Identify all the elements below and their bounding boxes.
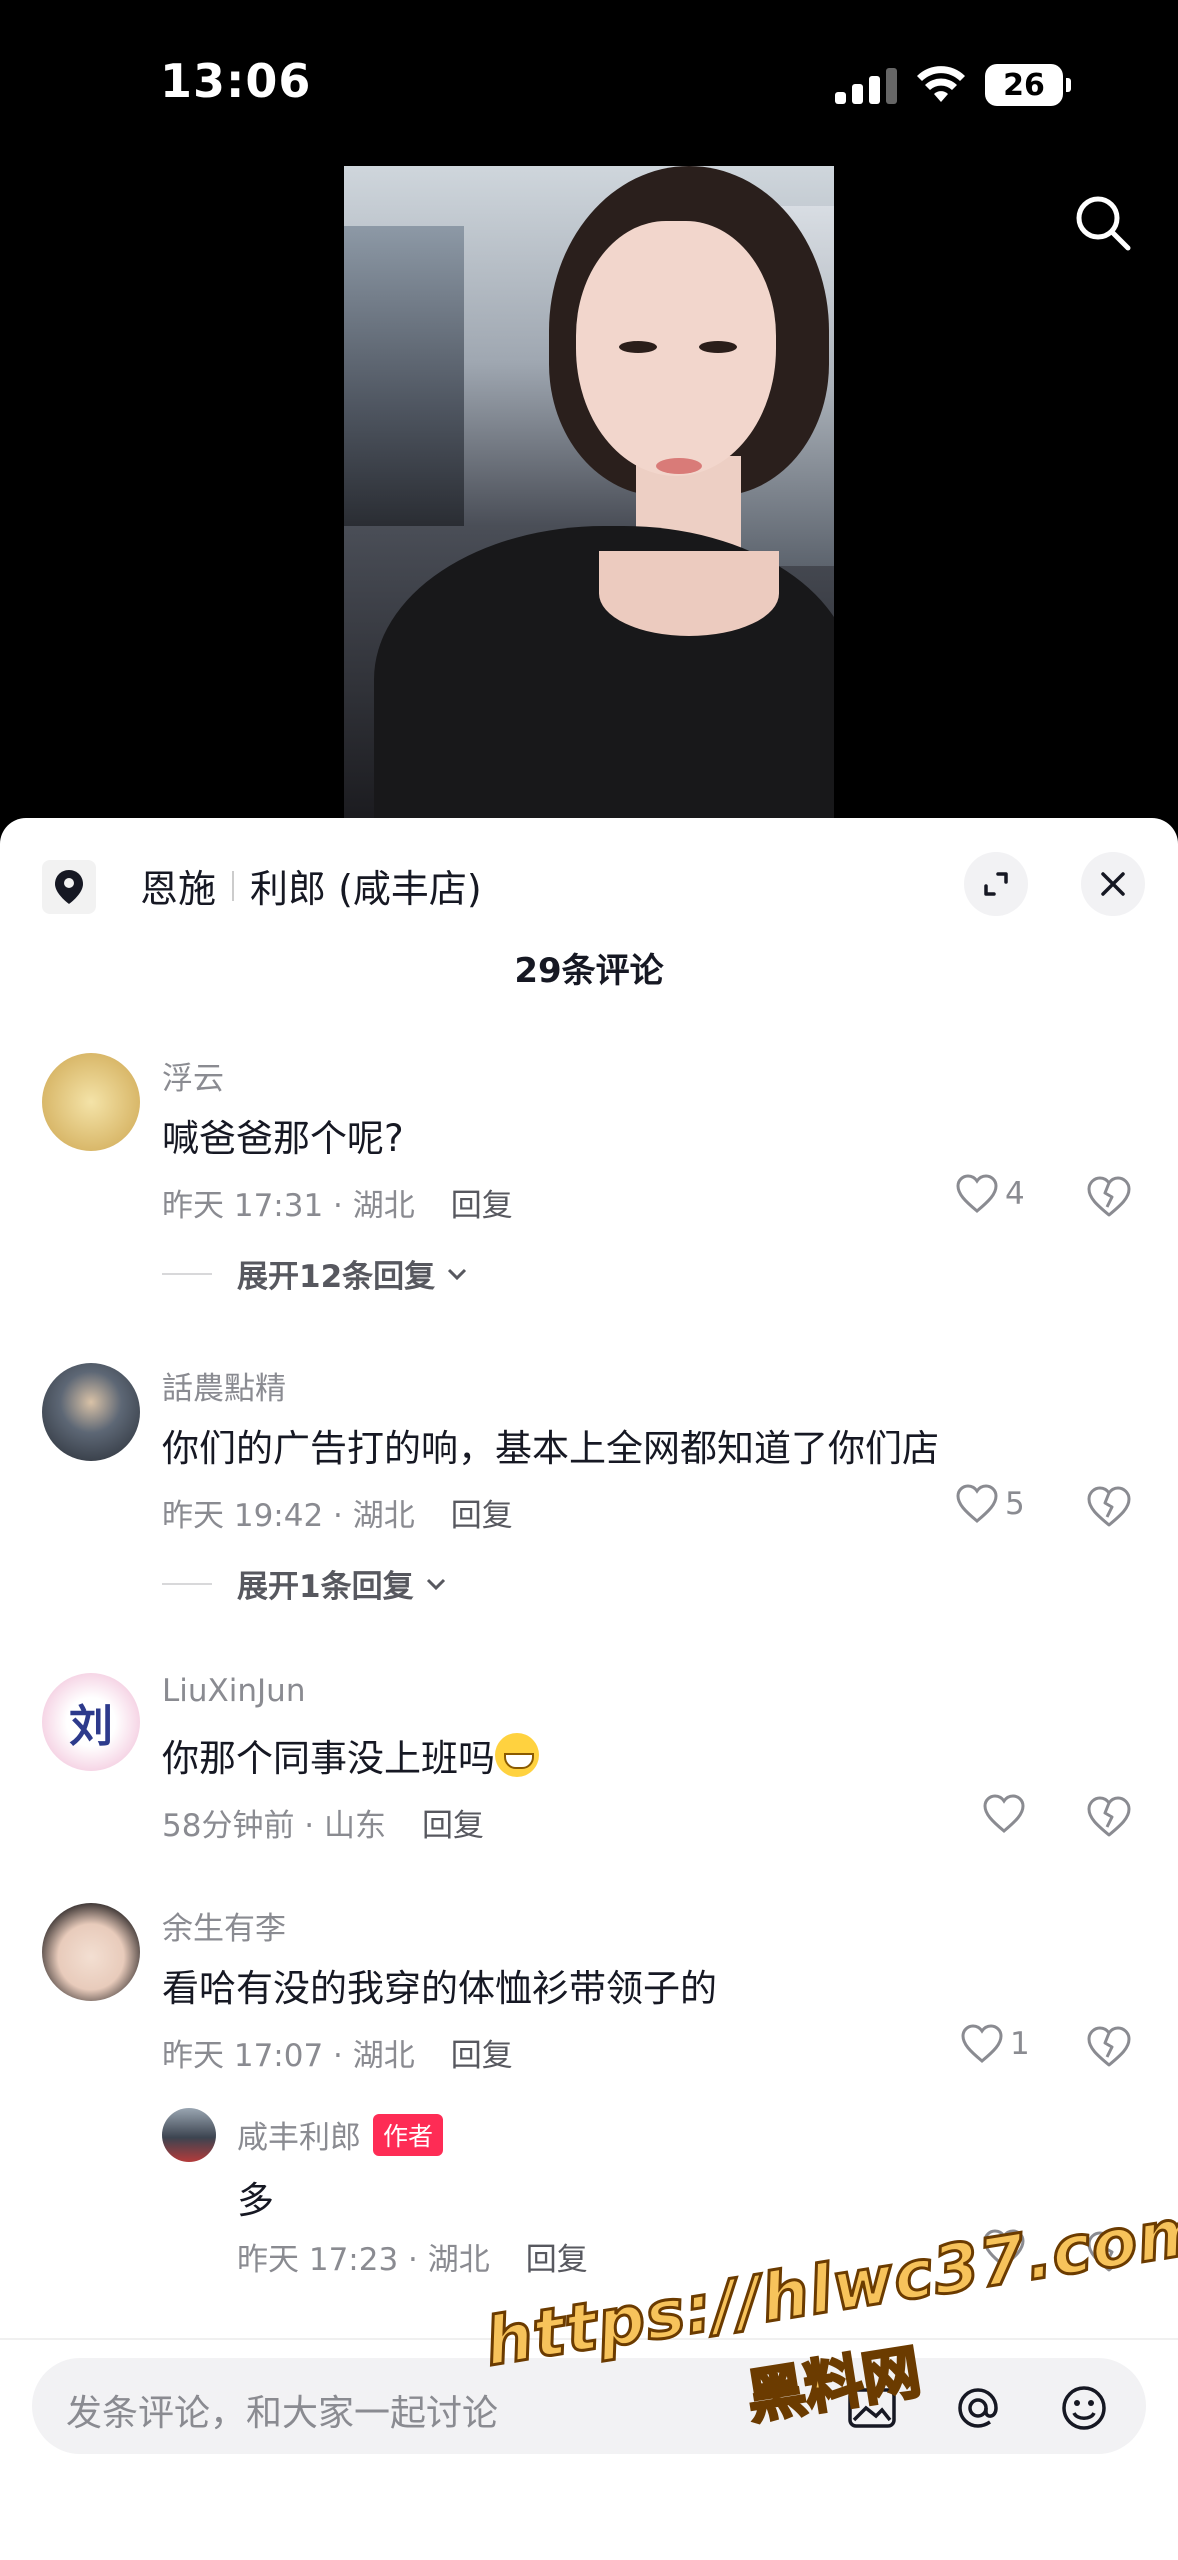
comment-text-body: 你那个同事没上班吗	[162, 1737, 495, 1780]
chevron-down-icon	[426, 1578, 445, 1590]
like-button[interactable]: 4	[955, 1173, 1025, 1215]
reply-text: 多	[237, 2179, 274, 2222]
comment-count: 29条评论	[514, 951, 664, 991]
heart-icon	[956, 1484, 998, 1523]
location-divider	[232, 870, 235, 901]
comment-time: 昨天 17:07 · 湖北	[162, 2038, 415, 2074]
signal-icon	[835, 68, 897, 104]
expand-replies-button[interactable]: 展开12条回复	[162, 1251, 471, 1296]
avatar[interactable]	[42, 1363, 140, 1461]
comment-text: 你那个同事没上班吗	[162, 1728, 539, 1782]
location-city: 恩施	[140, 867, 217, 911]
wifi-icon	[917, 66, 965, 102]
comment-meta: 昨天 19:42 · 湖北 回复	[162, 1490, 513, 1535]
comment-text: 你们的广告打的响，基本上全网都知道了你们店	[162, 1427, 939, 1470]
author-badge: 作者	[373, 2114, 444, 2156]
expand-icon	[984, 872, 1008, 896]
comment-username[interactable]: LiuXinJun	[162, 1673, 305, 1709]
avatar[interactable]: 刘	[42, 1673, 140, 1771]
reply-username-row: 咸丰利郎 作者	[237, 2112, 444, 2157]
comment-text: 看哈有没的我穿的体恤衫带领子的	[162, 1967, 717, 2010]
heart-icon	[983, 1794, 1025, 1833]
video-player[interactable]	[344, 166, 834, 821]
comment-username[interactable]: 余生有李	[162, 1903, 286, 1948]
avatar[interactable]	[162, 2108, 216, 2162]
location-label[interactable]: 恩施 利郎 (咸丰店)	[140, 858, 482, 913]
reply-button[interactable]: 回复	[422, 1808, 484, 1844]
reply-button[interactable]: 回复	[451, 2038, 513, 2074]
reply-time: 昨天 17:23 · 湖北	[237, 2242, 490, 2278]
comment-username[interactable]: 話農點精	[162, 1363, 286, 1408]
dislike-heart-icon[interactable]	[1085, 2023, 1133, 2071]
comment-meta: 58分钟前 · 山东 回复	[162, 1800, 484, 1845]
comment-time: 58分钟前 · 山东	[162, 1808, 387, 1844]
close-icon	[1101, 872, 1125, 896]
reply-meta: 昨天 17:23 · 湖北 回复	[237, 2234, 588, 2279]
expand-replies-button[interactable]: 展开1条回复	[162, 1561, 450, 1606]
expand-label: 展开1条回复	[237, 1569, 414, 1605]
reply-button[interactable]: 回复	[526, 2242, 588, 2278]
sheet-header: 恩施 利郎 (咸丰店)	[0, 818, 1178, 938]
comment-text: 喊爸爸那个呢?	[162, 1117, 404, 1160]
expand-label: 展开12条回复	[237, 1259, 436, 1295]
heart-icon	[956, 1174, 998, 1213]
reply-username[interactable]: 咸丰利郎	[237, 2120, 361, 2156]
like-button[interactable]: 5	[955, 1483, 1025, 1525]
chevron-down-icon	[448, 1268, 467, 1280]
search-icon[interactable]	[1070, 190, 1136, 256]
like-count: 5	[1005, 1486, 1025, 1522]
battery-icon: 26	[985, 64, 1071, 106]
comment-meta: 昨天 17:31 · 湖北 回复	[162, 1180, 513, 1225]
comment-input-placeholder: 发条评论，和大家一起讨论	[66, 2393, 499, 2434]
expand-line	[162, 1582, 212, 1585]
avatar-text: 刘	[69, 1701, 113, 1752]
comment-meta: 昨天 17:07 · 湖北 回复	[162, 2030, 513, 2075]
status-bar: 13:06 26	[0, 0, 1178, 170]
reply-button[interactable]: 回复	[451, 1498, 513, 1534]
location-pin-icon[interactable]	[42, 860, 96, 914]
grin-emoji-icon	[495, 1733, 539, 1777]
location-shop: 利郎 (咸丰店)	[250, 867, 482, 911]
dislike-heart-icon[interactable]	[1085, 1173, 1133, 1221]
dislike-heart-icon[interactable]	[1085, 1483, 1133, 1531]
reply-button[interactable]: 回复	[451, 1188, 513, 1224]
dislike-heart-icon[interactable]	[1085, 1793, 1133, 1841]
avatar[interactable]	[42, 1903, 140, 2001]
status-time: 13:06	[160, 54, 312, 108]
like-count: 1	[1010, 2026, 1030, 2062]
expand-line	[162, 1272, 212, 1275]
comment-time: 昨天 19:42 · 湖北	[162, 1498, 415, 1534]
like-button[interactable]: 1	[960, 2023, 1030, 2065]
comment-time: 昨天 17:31 · 湖北	[162, 1188, 415, 1224]
like-button[interactable]	[982, 1793, 1026, 1835]
comment-username[interactable]: 浮云	[162, 1053, 224, 1098]
close-button[interactable]	[1081, 852, 1145, 916]
expand-button[interactable]	[964, 852, 1028, 916]
avatar[interactable]	[42, 1053, 140, 1151]
heart-icon	[961, 2024, 1003, 2063]
like-count: 4	[1005, 1176, 1025, 1212]
